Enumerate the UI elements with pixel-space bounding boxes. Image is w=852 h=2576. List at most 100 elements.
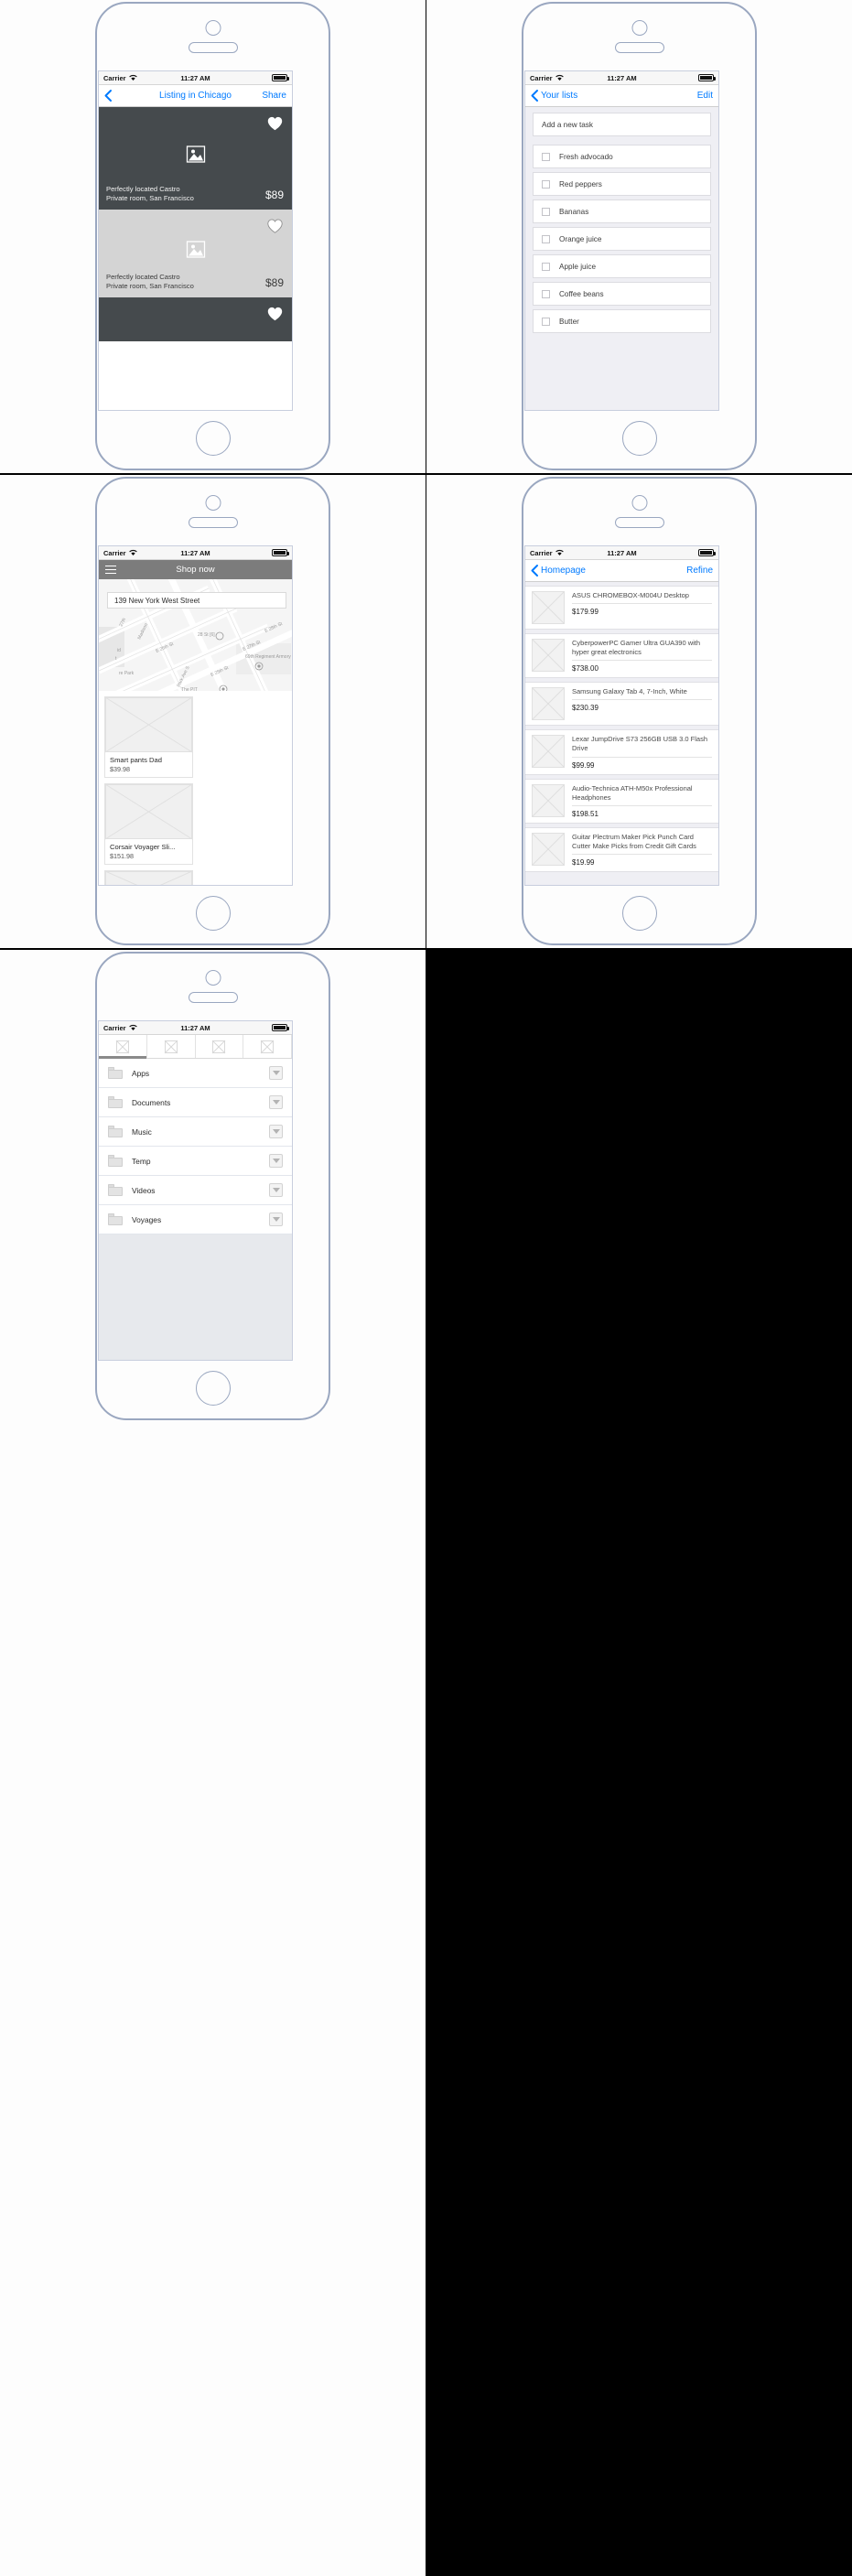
folder-icon (108, 1126, 123, 1137)
list-item[interactable]: Documents (99, 1088, 292, 1117)
folder-label: Documents (132, 1097, 171, 1107)
home-button[interactable] (195, 896, 231, 931)
listing-card[interactable] (99, 297, 292, 341)
chevron-left-icon (531, 90, 538, 102)
image-placeholder-icon (532, 687, 565, 721)
chevron-down-icon[interactable] (269, 1125, 283, 1138)
chevron-down-icon[interactable] (269, 1183, 283, 1197)
list-item[interactable]: Bananas (533, 199, 711, 223)
product-name: Lexar JumpDrive S73 256GB USB 3.0 Flash … (572, 735, 712, 758)
tab-3[interactable] (196, 1035, 244, 1058)
checkbox-empty-icon[interactable] (542, 207, 550, 216)
image-placeholder-icon (104, 696, 193, 753)
tab-icon-2 (164, 1040, 178, 1053)
checkbox-empty-icon[interactable] (542, 262, 550, 271)
table-row[interactable]: ASUS CHROMEBOX-M004U Desktop $179.99 (525, 586, 718, 630)
status-left: Carrier (103, 74, 137, 82)
address-input[interactable]: 139 New York West Street (107, 592, 286, 609)
listing-card[interactable]: Perfectly located Castro Private room, S… (99, 107, 292, 210)
list-item[interactable]: Apple juice (533, 254, 711, 278)
chevron-down-icon[interactable] (269, 1066, 283, 1080)
photo-placeholder-icon (186, 146, 205, 167)
folder-label: Music (132, 1126, 152, 1137)
refine-button[interactable]: Refine (686, 566, 713, 576)
status-bar: Carrier 11:27 AM (525, 71, 718, 85)
list-item[interactable]: Fresh advocado (533, 145, 711, 168)
product-name: Guitar Plectrum Maker Pick Punch Card Cu… (572, 833, 712, 855)
wifi-icon (128, 1024, 137, 1031)
image-placeholder-icon (532, 591, 565, 624)
tab-1[interactable] (99, 1035, 147, 1059)
map-view[interactable]: Pranna 28 St [6] E 28th St E 27th St E 2… (99, 579, 292, 691)
status-left: Carrier (103, 1024, 137, 1032)
folder-list-footer (99, 1234, 292, 1360)
product-card[interactable]: Smart pants Dad $39.98 (104, 696, 193, 778)
checkbox-empty-icon[interactable] (542, 179, 550, 189)
product-info: CyberpowerPC Gamer Ultra GUA390 with hyp… (572, 639, 712, 673)
list-item[interactable]: Orange juice (533, 227, 711, 251)
task-list-body: Add a new task Fresh advocado Red pepper… (525, 107, 718, 410)
status-right (698, 549, 716, 556)
list-item[interactable]: Apps (99, 1059, 292, 1088)
list-item[interactable]: Temp (99, 1147, 292, 1176)
product-info: Samsung Galaxy Tab 4, 7-Inch, White $230… (572, 687, 712, 720)
list-item[interactable]: Voyages (99, 1205, 292, 1234)
product-price: $19.99 (572, 858, 595, 867)
back-button[interactable]: Homepage (531, 565, 586, 577)
task-label: Orange juice (559, 234, 602, 243)
listing-card[interactable]: Perfectly located Castro Private room, S… (99, 210, 292, 297)
listing-subtitle: Private room, San Francisco (106, 281, 194, 290)
task-label: Bananas (559, 207, 589, 216)
task-label: Apple juice (559, 262, 597, 271)
home-button[interactable] (621, 896, 657, 931)
list-item[interactable]: Music (99, 1117, 292, 1147)
tab-4[interactable] (243, 1035, 292, 1058)
edit-button[interactable]: Edit (697, 91, 713, 101)
folder-label: Voyages (132, 1214, 162, 1224)
home-button[interactable] (621, 421, 657, 456)
checkbox-empty-icon[interactable] (542, 152, 550, 161)
listing-price: $89 (264, 189, 284, 201)
phone-frame-tasks: Carrier 11:27 AM Your lists Edit Add a n… (522, 2, 757, 470)
product-list-scroll[interactable]: ASUS CHROMEBOX-M004U Desktop $179.99 Cyb… (525, 582, 718, 885)
product-price: $39.98 (110, 765, 130, 773)
product-price: $179.99 (572, 608, 599, 617)
heart-filled-icon[interactable] (267, 116, 283, 135)
back-button[interactable] (104, 90, 112, 102)
list-item[interactable]: Butter (533, 309, 711, 333)
list-item[interactable]: Red peppers (533, 172, 711, 196)
hamburger-menu-icon[interactable] (105, 565, 116, 575)
image-placeholder-icon (532, 639, 565, 672)
status-right (698, 74, 716, 81)
mockup-sheet: Carrier 11:27 AM Listing in Chicago Shar… (0, 0, 852, 2576)
table-row[interactable]: Samsung Galaxy Tab 4, 7-Inch, White $230… (525, 682, 718, 727)
table-row[interactable]: CyberpowerPC Gamer Ultra GUA390 with hyp… (525, 633, 718, 679)
checkbox-empty-icon[interactable] (542, 234, 550, 243)
tab-2[interactable] (147, 1035, 196, 1058)
checkbox-empty-icon[interactable] (542, 317, 550, 326)
table-row[interactable]: Guitar Plectrum Maker Pick Punch Card Cu… (525, 826, 718, 872)
camera-icon (631, 20, 647, 36)
heart-outline-icon[interactable] (267, 219, 283, 238)
share-button[interactable]: Share (262, 91, 286, 101)
nav-bar-tasks: Your lists Edit (525, 85, 718, 107)
product-card[interactable] (104, 870, 193, 885)
list-item[interactable]: Coffee beans (533, 282, 711, 306)
heart-filled-icon[interactable] (267, 307, 283, 326)
chevron-down-icon[interactable] (269, 1213, 283, 1226)
table-row[interactable]: Audio-Technica ATH-M50x Professional Hea… (525, 778, 718, 824)
list-item[interactable]: Videos (99, 1176, 292, 1205)
phone-frame-folders: Carrier 11:27 AM Apps Documents Music Te… (95, 952, 330, 1420)
table-row[interactable]: Lexar JumpDrive S73 256GB USB 3.0 Flash … (525, 729, 718, 775)
chevron-down-icon[interactable] (269, 1095, 283, 1109)
product-card[interactable]: Corsair Voyager Sli... $151.98 (104, 783, 193, 865)
speaker-grille (188, 517, 238, 528)
home-button[interactable] (195, 421, 231, 456)
chevron-down-icon[interactable] (269, 1154, 283, 1168)
new-task-input[interactable]: Add a new task (533, 113, 711, 136)
product-price: $99.99 (572, 760, 595, 770)
clock-label: 11:27 AM (180, 73, 210, 82)
back-button[interactable]: Your lists (531, 90, 577, 102)
home-button[interactable] (195, 1371, 231, 1406)
checkbox-empty-icon[interactable] (542, 289, 550, 298)
